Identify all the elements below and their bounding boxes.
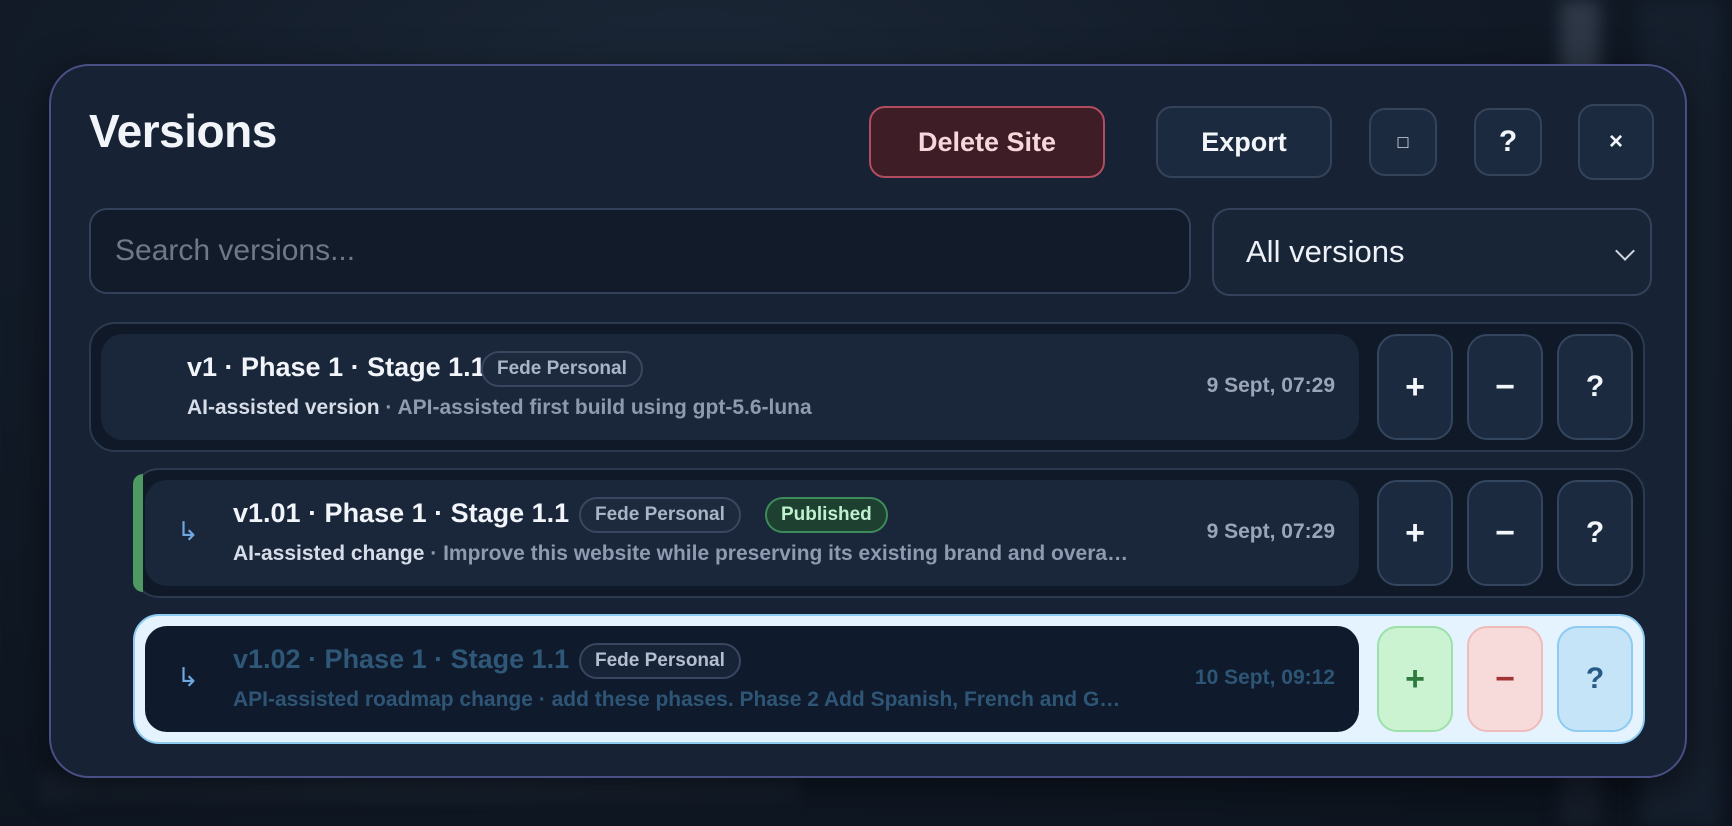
version-kind: API-assisted roadmap change: [233, 688, 533, 711]
version-card[interactable]: ↳ v1.01 · Phase 1 · Stage 1.1 Fede Perso…: [145, 480, 1359, 586]
author-badge: Fede Personal: [579, 497, 741, 533]
remove-button[interactable]: −: [1467, 626, 1543, 732]
help-button[interactable]: ?: [1474, 108, 1542, 176]
modal-title: Versions: [89, 105, 277, 157]
version-row: ↳ v1.01 · Phase 1 · Stage 1.1 Fede Perso…: [133, 468, 1645, 598]
version-summary: · API-assisted first build using gpt-5.6…: [379, 396, 812, 419]
add-button[interactable]: +: [1377, 334, 1453, 440]
info-button[interactable]: ?: [1557, 334, 1633, 440]
search-input[interactable]: [89, 208, 1191, 294]
version-kind: AI-assisted version: [187, 396, 380, 419]
expand-icon[interactable]: □: [1369, 108, 1437, 176]
version-filter-select[interactable]: All versions: [1212, 208, 1652, 296]
version-timestamp: 9 Sept, 07:29: [1206, 374, 1335, 397]
version-row: v1 · Phase 1 · Stage 1.1 Fede Personal A…: [89, 322, 1645, 452]
version-kind: AI-assisted change: [233, 542, 425, 565]
chevron-down-icon: [1615, 241, 1635, 261]
info-button[interactable]: ?: [1557, 480, 1633, 586]
author-badge: Fede Personal: [481, 351, 643, 387]
export-button[interactable]: Export: [1156, 106, 1332, 178]
version-title: v1 · Phase 1 · Stage 1.1: [187, 352, 486, 382]
add-button[interactable]: +: [1377, 626, 1453, 732]
version-description: API-assisted roadmap change · add these …: [233, 688, 1179, 712]
version-description: AI-assisted change · Improve this websit…: [233, 542, 1179, 566]
close-icon[interactable]: ×: [1578, 104, 1654, 180]
version-card[interactable]: v1 · Phase 1 · Stage 1.1 Fede Personal A…: [101, 334, 1359, 440]
published-badge: Published: [765, 497, 888, 533]
version-title: v1.02 · Phase 1 · Stage 1.1: [233, 644, 570, 674]
child-arrow-icon: ↳: [177, 516, 199, 546]
published-accent-bar: [133, 474, 143, 592]
version-timestamp: 9 Sept, 07:29: [1206, 520, 1335, 543]
info-button[interactable]: ?: [1557, 626, 1633, 732]
version-summary: · Improve this website while preserving …: [424, 542, 1129, 565]
version-filter-value: All versions: [1246, 234, 1405, 269]
version-summary: · add these phases. Phase 2 Add Spanish,…: [532, 688, 1121, 711]
version-title: v1.01 · Phase 1 · Stage 1.1: [233, 498, 570, 528]
remove-button[interactable]: −: [1467, 480, 1543, 586]
versions-modal: Versions Delete Site Export □ ? × All ve…: [49, 64, 1687, 778]
delete-site-button[interactable]: Delete Site: [869, 106, 1105, 178]
version-description: AI-assisted version · API-assisted first…: [187, 396, 1087, 420]
add-button[interactable]: +: [1377, 480, 1453, 586]
child-arrow-icon: ↳: [177, 662, 199, 692]
remove-button[interactable]: −: [1467, 334, 1543, 440]
version-card[interactable]: ↳ v1.02 · Phase 1 · Stage 1.1 Fede Perso…: [145, 626, 1359, 732]
author-badge: Fede Personal: [579, 643, 741, 679]
version-row-selected: ↳ v1.02 · Phase 1 · Stage 1.1 Fede Perso…: [133, 614, 1645, 744]
version-timestamp: 10 Sept, 09:12: [1194, 666, 1335, 689]
